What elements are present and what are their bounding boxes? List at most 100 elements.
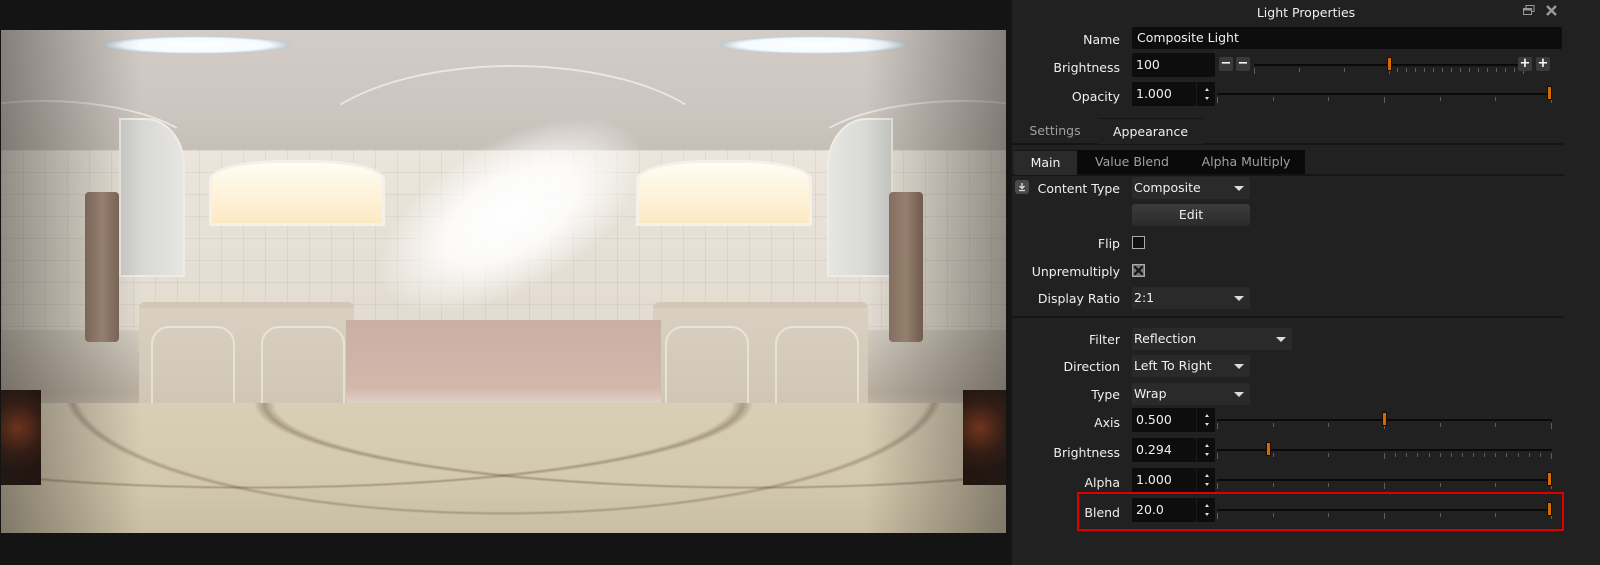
filter-brightness-spinbox[interactable]: 0.294 (1132, 438, 1215, 462)
spin-down-icon[interactable] (1205, 513, 1209, 516)
panorama-image[interactable] (1, 30, 1006, 533)
panel-title: Light Properties (1256, 5, 1356, 20)
brightness-slider[interactable] (1254, 53, 1524, 77)
tab-settings[interactable]: Settings (1012, 118, 1098, 143)
download-icon[interactable] (1015, 180, 1029, 194)
slider-tick (1328, 483, 1329, 487)
slider-tick (1462, 453, 1463, 457)
chevron-down-icon (1234, 364, 1244, 369)
slider-track[interactable] (1217, 509, 1552, 511)
slider-handle[interactable] (1547, 472, 1552, 486)
slider-handle[interactable] (1382, 412, 1387, 426)
spin-arrows[interactable] (1196, 408, 1215, 432)
close-icon[interactable] (1544, 5, 1558, 19)
name-input[interactable]: Composite Light (1132, 27, 1562, 49)
slider-track[interactable] (1217, 479, 1552, 481)
filter-dropdown[interactable]: Reflection (1132, 328, 1292, 350)
spin-up-icon[interactable] (1205, 474, 1209, 477)
slider-handle[interactable] (1266, 442, 1271, 456)
spin-up-icon[interactable] (1205, 88, 1209, 91)
slider-tick (1328, 97, 1329, 101)
display-ratio-row: Display Ratio 2:1 (1012, 287, 1600, 313)
slider-tick (1496, 68, 1497, 72)
content-type-dropdown[interactable]: Composite (1132, 177, 1250, 199)
chevron-down-icon (1276, 337, 1286, 342)
tab-appearance[interactable]: Appearance (1098, 118, 1203, 144)
spin-arrows[interactable] (1196, 82, 1215, 106)
float-window-icon[interactable] (1522, 5, 1536, 19)
spin-arrows[interactable] (1196, 498, 1215, 522)
blend-slider[interactable] (1217, 498, 1552, 522)
content-type-row: Content Type Composite (1012, 177, 1600, 203)
slider-handle[interactable] (1387, 57, 1392, 71)
brightness-input[interactable]: 100 (1132, 53, 1215, 77)
increase-large-button[interactable]: + (1536, 57, 1550, 71)
slider-tick (1495, 97, 1496, 101)
viewport[interactable] (0, 0, 1010, 565)
decrease-small-button[interactable]: − (1236, 57, 1250, 71)
shade (866, 30, 1006, 533)
divider (1012, 316, 1564, 318)
decrease-large-button[interactable]: − (1219, 57, 1233, 71)
flip-checkbox[interactable] (1132, 236, 1145, 249)
spin-up-icon[interactable] (1205, 414, 1209, 417)
slider-tick (1397, 68, 1398, 72)
slider-track[interactable] (1217, 93, 1552, 95)
slider-tick (1217, 423, 1218, 429)
unpremultiply-checkbox[interactable] (1132, 264, 1145, 277)
spin-down-icon[interactable] (1205, 483, 1209, 486)
slider-handle[interactable] (1547, 502, 1552, 516)
slider-tick (1440, 483, 1441, 487)
spin-up-icon[interactable] (1205, 504, 1209, 507)
slider-tick (1217, 513, 1218, 519)
chevron-down-icon (1234, 296, 1244, 301)
slider-tick (1505, 68, 1506, 72)
slider-tick (1217, 453, 1218, 459)
subtab-value-blend[interactable]: Value Blend (1077, 150, 1187, 174)
spin-down-icon[interactable] (1205, 453, 1209, 456)
filter-brightness-slider[interactable] (1217, 438, 1552, 462)
display-ratio-dropdown[interactable]: 2:1 (1132, 287, 1250, 309)
increase-small-button[interactable]: + (1518, 57, 1532, 71)
slider-tick (1514, 68, 1515, 72)
spin-arrows[interactable] (1196, 438, 1215, 462)
subtab-main[interactable]: Main (1014, 150, 1077, 175)
spin-down-icon[interactable] (1205, 97, 1209, 100)
slider-tick (1451, 453, 1452, 457)
slider-tick (1254, 68, 1255, 74)
slider-tick (1273, 483, 1274, 487)
opacity-slider[interactable] (1217, 82, 1552, 106)
spin-up-icon[interactable] (1205, 444, 1209, 447)
edit-button[interactable]: Edit (1132, 204, 1250, 226)
slider-tick (1429, 453, 1430, 457)
type-dropdown[interactable]: Wrap (1132, 383, 1250, 405)
slider-tick (1473, 453, 1474, 457)
alpha-slider[interactable] (1217, 468, 1552, 492)
slider-tick (1417, 453, 1418, 457)
slider-tick (1273, 97, 1274, 101)
opacity-spinbox[interactable]: 1.000 (1132, 82, 1215, 106)
slider-tick (1529, 453, 1530, 457)
axis-spinbox[interactable]: 0.500 (1132, 408, 1215, 432)
slider-tick (1442, 68, 1443, 72)
slider-handle[interactable] (1547, 86, 1552, 100)
filter-brightness-value: 0.294 (1136, 442, 1172, 457)
slider-tick (1344, 68, 1345, 72)
content-type-label: Content Type (1037, 181, 1120, 196)
subtab-alpha-multiply[interactable]: Alpha Multiply (1187, 150, 1305, 174)
spin-down-icon[interactable] (1205, 423, 1209, 426)
slider-tick (1495, 423, 1496, 427)
slider-tick (1415, 68, 1416, 72)
unpremultiply-row: Unpremultiply (1012, 261, 1600, 287)
tiled-floor (1, 403, 1006, 533)
slider-tick (1551, 453, 1552, 459)
blend-spinbox[interactable]: 20.0 (1132, 498, 1215, 522)
slider-tick (1495, 453, 1496, 457)
slider-tick (1328, 453, 1329, 457)
spin-arrows[interactable] (1196, 468, 1215, 492)
direction-dropdown[interactable]: Left To Right (1132, 355, 1250, 377)
slider-tick (1440, 453, 1441, 457)
axis-slider[interactable] (1217, 408, 1552, 432)
alpha-spinbox[interactable]: 1.000 (1132, 468, 1215, 492)
panel-title-bar[interactable]: Light Properties (1012, 0, 1600, 26)
